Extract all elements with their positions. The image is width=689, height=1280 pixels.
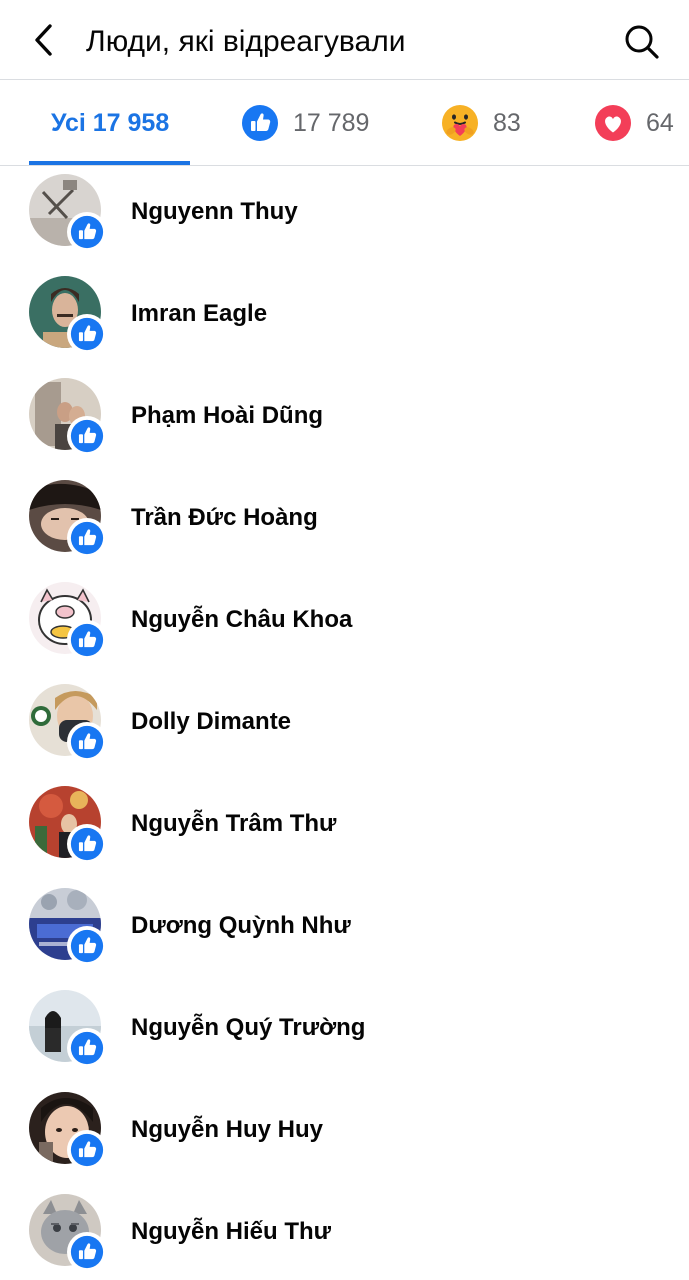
page-title: Люди, які відреагували: [86, 25, 406, 58]
avatar-wrapper: [29, 480, 107, 560]
list-item[interactable]: Phạm Hoài Dũng: [0, 370, 689, 472]
tab-love-count: 64: [646, 108, 674, 137]
active-tab-indicator: [29, 161, 190, 165]
list-item[interactable]: Dương Quỳnh Như: [0, 880, 689, 982]
avatar-wrapper: [29, 786, 107, 866]
list-item[interactable]: Trần Đức Hoàng: [0, 472, 689, 574]
avatar-wrapper: [29, 1194, 107, 1274]
like-reaction-icon: [242, 105, 278, 141]
top-bar: Люди, які відреагували: [0, 0, 689, 80]
list-item[interactable]: Nguyễn Hiếu Thư: [0, 1186, 689, 1280]
avatar-wrapper: [29, 582, 107, 662]
person-name[interactable]: Nguyenn Thuy: [131, 198, 298, 226]
like-reaction-icon: [67, 620, 107, 660]
avatar-wrapper: [29, 174, 107, 254]
person-name[interactable]: Dolly Dimante: [131, 708, 291, 736]
list-item[interactable]: Nguyễn Huy Huy: [0, 1084, 689, 1186]
person-name[interactable]: Nguyễn Trâm Thư: [131, 810, 336, 838]
person-name[interactable]: Nguyễn Hiếu Thư: [131, 1218, 331, 1246]
tab-love[interactable]: 64: [594, 80, 674, 165]
person-name[interactable]: Dương Quỳnh Như: [131, 912, 351, 940]
list-item[interactable]: Nguyễn Trâm Thư: [0, 778, 689, 880]
like-reaction-icon: [67, 1232, 107, 1272]
tab-care[interactable]: 83: [441, 80, 521, 165]
like-reaction-icon: [67, 1028, 107, 1068]
person-name[interactable]: Nguyễn Quý Trường: [131, 1014, 365, 1042]
like-reaction-icon: [67, 722, 107, 762]
person-name[interactable]: Imran Eagle: [131, 300, 267, 328]
like-reaction-icon: [67, 314, 107, 354]
avatar-wrapper: [29, 888, 107, 968]
tab-care-count: 83: [493, 108, 521, 137]
love-reaction-icon: [595, 105, 631, 141]
chevron-left-icon: [35, 24, 52, 56]
like-reaction-icon: [67, 518, 107, 558]
search-button[interactable]: [618, 18, 666, 66]
avatar-wrapper: [29, 990, 107, 1070]
avatar-wrapper: [29, 378, 107, 458]
like-reaction-icon: [67, 926, 107, 966]
list-item[interactable]: Imran Eagle: [0, 268, 689, 370]
like-reaction-icon: [67, 212, 107, 252]
like-reaction-icon: [67, 824, 107, 864]
tab-all-label: Усі 17 958: [51, 108, 170, 137]
tab-like[interactable]: 17 789: [241, 80, 370, 165]
avatar-wrapper: [29, 276, 107, 356]
like-reaction-icon: [67, 416, 107, 456]
person-name[interactable]: Nguyễn Huy Huy: [131, 1116, 323, 1144]
person-name[interactable]: Nguyễn Châu Khoa: [131, 606, 352, 634]
list-item[interactable]: Dolly Dimante: [0, 676, 689, 778]
person-name[interactable]: Trần Đức Hoàng: [131, 504, 318, 532]
like-reaction-icon: [67, 1130, 107, 1170]
search-icon: [625, 25, 659, 59]
tab-all[interactable]: Усі 17 958: [51, 80, 170, 165]
avatar-wrapper: [29, 684, 107, 764]
reaction-tabs: Усі 17 958 17 789 83 64: [0, 80, 689, 166]
person-name[interactable]: Phạm Hoài Dũng: [131, 402, 323, 430]
list-item[interactable]: Nguyễn Châu Khoa: [0, 574, 689, 676]
back-button[interactable]: [22, 18, 66, 62]
avatar-wrapper: [29, 1092, 107, 1172]
care-reaction-icon: [442, 105, 478, 141]
list-item[interactable]: Nguyenn Thuy: [0, 166, 689, 268]
tab-like-count: 17 789: [293, 108, 370, 137]
list-item[interactable]: Nguyễn Quý Trường: [0, 982, 689, 1084]
